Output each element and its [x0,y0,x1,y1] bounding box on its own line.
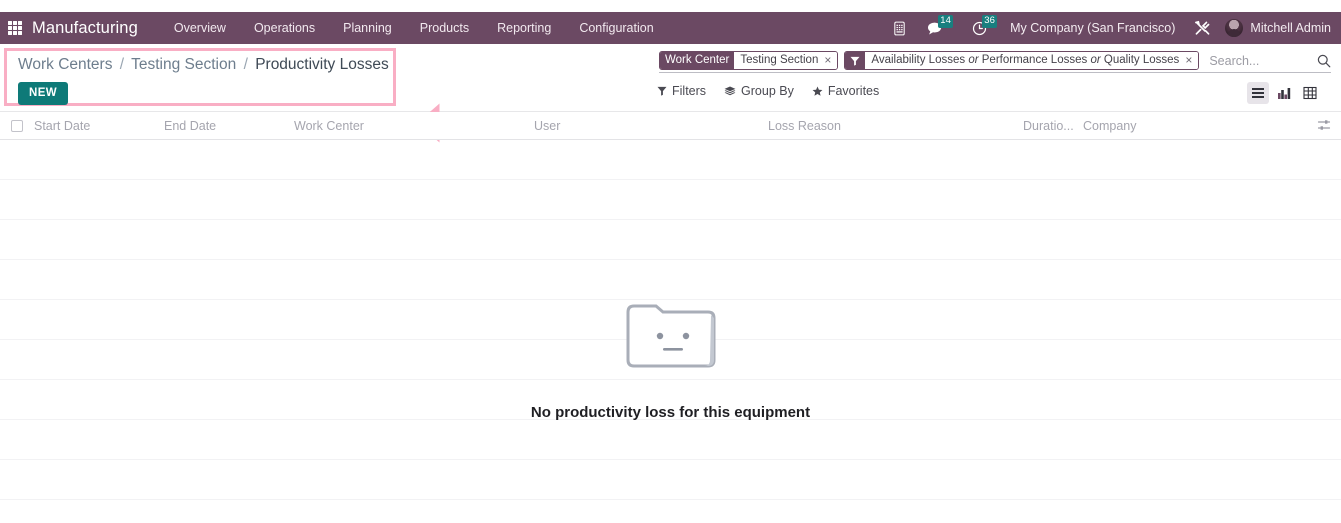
favorites-label: Favorites [827,84,880,98]
view-switcher [1247,82,1321,104]
graph-icon [1278,88,1291,99]
breadcrumb-item-work-centers[interactable]: Work Centers [18,56,112,73]
breadcrumb-item-testing-section[interactable]: Testing Section [131,56,236,73]
search-magnifier-icon[interactable] [1311,54,1331,68]
list-icon [1252,88,1264,98]
search-facet-value: Availability Losses or Performance Losse… [865,52,1199,69]
menu-item-products[interactable]: Products [406,15,483,41]
menu-item-planning[interactable]: Planning [329,15,406,41]
search-input[interactable] [1205,53,1311,68]
column-header-duration[interactable]: Duratio... [1023,119,1083,133]
table-row [0,180,1341,220]
new-button[interactable]: NEW [18,82,69,105]
list-header-row: Start Date End Date Work Center User Los… [0,112,1341,140]
breadcrumb-separator-2: / [243,56,248,73]
user-name-label: Mitchell Admin [1250,21,1331,35]
search-facet-label: Work Center [660,52,735,69]
remove-facet-icon[interactable]: × [824,54,833,66]
column-header-loss-reason[interactable]: Loss Reason [768,119,1023,133]
search-facet-value-text: Availability Losses or Performance Losse… [871,54,1180,66]
table-row [0,460,1341,500]
graph-view-button[interactable] [1273,82,1295,104]
tools-icon[interactable] [1187,12,1217,44]
avatar [1225,19,1244,37]
sliders-icon[interactable] [1317,118,1331,135]
search-facet-work-center[interactable]: Work Center Testing Section × [659,51,839,70]
favorites-dropdown[interactable]: Favorites [812,84,879,98]
search-facet-value: Testing Section × [734,52,838,69]
breadcrumb: Work Centers / Testing Section / Product… [18,55,389,74]
company-switcher[interactable]: My Company (San Francisco) [994,21,1187,35]
pivot-view-button[interactable] [1299,82,1321,104]
table-row [0,260,1341,300]
app-brand-title[interactable]: Manufacturing [32,19,138,38]
breadcrumb-cluster: Work Centers / Testing Section / Product… [18,55,389,105]
messages-count-badge: 14 [938,15,954,28]
column-header-start-date[interactable]: Start Date [34,119,164,133]
select-all-cell [0,119,34,132]
odoo-manufacturing-app: Manufacturing Overview Operations Planni… [0,0,1341,523]
search-options-row: Filters Group By Favorites [649,82,1321,104]
user-menu[interactable]: Mitchell Admin [1217,19,1331,37]
layers-icon [724,86,736,95]
remove-facet-icon[interactable]: × [1185,54,1194,66]
apps-grid-icon[interactable] [8,21,22,35]
filters-label: Filters [672,84,707,98]
column-header-company[interactable]: Company [1083,119,1137,133]
search-area: Work Center Testing Section × Availabili… [657,50,1331,104]
menu-item-reporting[interactable]: Reporting [483,15,565,41]
column-header-user[interactable]: User [534,119,768,133]
filter-funnel-icon [657,86,667,96]
filters-dropdown[interactable]: Filters [657,84,706,98]
group-by-label: Group By [741,84,794,98]
top-navbar: Manufacturing Overview Operations Planni… [0,12,1341,44]
column-header-end-date[interactable]: End Date [164,119,294,133]
empty-state-message: No productivity loss for this equipment [530,404,811,421]
breadcrumb-item-productivity-losses: Productivity Losses [255,56,389,73]
star-icon [812,85,823,96]
search-dropdown-toggles: Filters Group By Favorites [649,84,879,98]
phone-icon[interactable] [884,12,914,44]
empty-folder-face-icon [616,296,726,376]
menu-item-configuration[interactable]: Configuration [565,15,667,41]
main-menu: Overview Operations Planning Products Re… [160,15,668,41]
search-facet-losses[interactable]: Availability Losses or Performance Losse… [844,51,1200,70]
select-all-checkbox[interactable] [11,119,23,132]
control-panel: Work Centers / Testing Section / Product… [0,44,1341,143]
group-by-dropdown[interactable]: Group By [724,84,794,98]
menu-item-overview[interactable]: Overview [160,15,240,41]
breadcrumb-separator-1: / [119,56,125,73]
window-top-strip [0,0,1341,12]
pivot-table-icon [1303,86,1317,100]
activities-clock-icon[interactable]: 36 [964,12,998,44]
column-header-work-center[interactable]: Work Center [294,119,534,133]
empty-state: No productivity loss for this equipment [0,296,1341,421]
list-view-button[interactable] [1247,82,1269,104]
messages-icon[interactable]: 14 [920,12,954,44]
menu-item-operations[interactable]: Operations [240,15,329,41]
filter-funnel-icon [845,52,866,69]
navbar-right-cluster: 14 36 My Company (San Francisco) Mitchel… [884,12,1331,44]
search-facet-value-text: Testing Section [740,54,819,66]
activities-count-badge: 36 [982,15,998,28]
search-bar[interactable]: Work Center Testing Section × Availabili… [659,50,1331,73]
table-row [0,220,1341,260]
table-row [0,140,1341,180]
table-row [0,420,1341,460]
